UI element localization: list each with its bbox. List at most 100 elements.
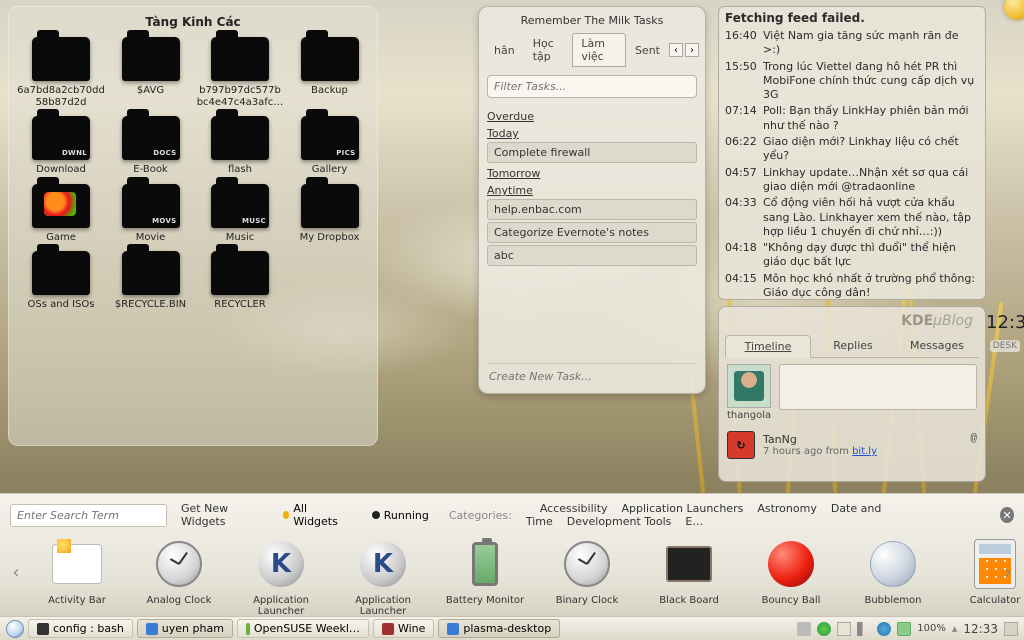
folder-item[interactable]: 6a7bd8a2cb70dd58b87d2d xyxy=(17,37,105,108)
widget-category[interactable]: Astronomy xyxy=(757,502,817,515)
widget-item[interactable]: Bouncy Ball xyxy=(748,536,834,617)
widget-category[interactable]: E… xyxy=(685,515,703,528)
rtm-new-task-input[interactable] xyxy=(487,364,697,385)
folder-item[interactable]: OSs and ISOs xyxy=(17,251,105,311)
task-label: plasma-desktop xyxy=(463,622,551,635)
folder-view-panel: Tàng Kinh Các 6a7bd8a2cb70dd58b87d2d$AVG… xyxy=(8,6,378,446)
desktop-pager[interactable] xyxy=(1004,622,1018,636)
network-icon[interactable] xyxy=(877,622,891,636)
widget-category[interactable]: Application Launchers xyxy=(622,502,744,515)
widget-item[interactable]: Bubblemon xyxy=(850,536,936,617)
rtm-filter-input[interactable] xyxy=(487,75,697,98)
widget-explorer-close[interactable]: ✕ xyxy=(1000,507,1014,523)
kickoff-launcher[interactable] xyxy=(6,620,24,638)
folder-item[interactable]: DWNLDownload xyxy=(17,116,105,176)
widget-item[interactable]: Black Board xyxy=(646,536,732,617)
folder-item[interactable]: DOCSE-Book xyxy=(111,116,190,176)
rtm-tab[interactable]: Làm việc xyxy=(572,33,626,67)
folder-item[interactable]: MOVSMovie xyxy=(111,184,190,244)
folder-item[interactable]: b797b97dc577bbc4e47c4a3afc… xyxy=(196,37,284,108)
rtm-prev[interactable]: ‹ xyxy=(669,43,683,57)
task-icon xyxy=(447,623,459,635)
tray-icon[interactable] xyxy=(797,622,811,636)
feed-item[interactable]: 04:33Cổ động viên hối hả vượt cửa khẩu s… xyxy=(725,196,979,239)
folder-item[interactable]: flash xyxy=(196,116,284,176)
microblog-tab[interactable]: Messages xyxy=(895,335,979,357)
widget-icon xyxy=(355,536,411,592)
get-new-widgets-link[interactable]: Get New Widgets xyxy=(181,502,263,528)
rtm-tab[interactable]: Học tập xyxy=(524,33,573,67)
feed-item[interactable]: 16:40Việt Nam gia tăng sức mạnh răn đe >… xyxy=(725,29,979,58)
microblog-tab[interactable]: Replies xyxy=(811,335,895,357)
microblog-tab[interactable]: Timeline xyxy=(725,335,811,358)
feed-item[interactable]: 04:18"Không dạy được thì đuổi" thể hiện … xyxy=(725,241,979,270)
folder-item[interactable]: PICSGallery xyxy=(290,116,369,176)
feed-item[interactable]: 15:50Trong lúc Viettel đang hô hét PR th… xyxy=(725,60,979,103)
rtm-tab[interactable]: hân xyxy=(485,40,524,61)
taskbar-task[interactable]: plasma-desktop xyxy=(438,619,560,638)
post-source-link[interactable]: bit.ly xyxy=(852,446,877,457)
tray-expand-icon[interactable]: ▴ xyxy=(952,622,958,635)
widget-item[interactable]: Application Launcher xyxy=(340,536,426,617)
filter-all-widgets[interactable]: All Widgets xyxy=(277,500,352,530)
folder-item[interactable]: My Dropbox xyxy=(290,184,369,244)
feed-text: "Không dạy được thì đuổi" thể hiện giáo … xyxy=(763,241,979,270)
widget-scroll-right[interactable]: › xyxy=(998,552,1018,592)
taskbar-clock[interactable]: 12:33 xyxy=(963,622,998,636)
folder-icon xyxy=(32,37,90,81)
updates-icon[interactable] xyxy=(817,622,831,636)
widget-item[interactable]: Activity Bar xyxy=(34,536,120,617)
rss-feed-title: Fetching feed failed. xyxy=(725,11,979,25)
folder-item[interactable]: MUSCMusic xyxy=(196,184,284,244)
post-meta: 7 hours ago from bit.ly xyxy=(763,446,977,457)
microblog-compose-input[interactable] xyxy=(779,364,977,410)
digital-clock-widget[interactable]: 12:33 DESK xyxy=(986,312,1020,352)
folder-item[interactable]: $AVG xyxy=(111,37,190,108)
folder-icon: PICS xyxy=(301,116,359,160)
folder-label: $RECYCLE.BIN xyxy=(115,299,186,311)
widget-item[interactable]: Binary Clock xyxy=(544,536,630,617)
widget-category[interactable]: Development Tools xyxy=(567,515,672,528)
filter-running[interactable]: Running xyxy=(366,507,435,524)
folder-label: flash xyxy=(228,164,252,176)
folder-item[interactable]: Backup xyxy=(290,37,369,108)
system-tray: 100% ▴ 12:33 xyxy=(797,622,1018,636)
folder-label: $AVG xyxy=(137,85,164,97)
microblog-post: ↻ TanNg @ 7 hours ago from bit.ly xyxy=(725,427,979,463)
folder-icon: DWNL xyxy=(32,116,90,160)
feed-item[interactable]: 04:57Linkhay update…Nhận xét sơ qua cái … xyxy=(725,166,979,195)
reply-icon[interactable]: @ xyxy=(970,433,977,446)
rtm-task[interactable]: Categorize Evernote's notes xyxy=(487,222,697,243)
widget-category[interactable]: Accessibility xyxy=(540,502,608,515)
folder-icon: MOVS xyxy=(122,184,180,228)
avatar xyxy=(727,364,771,408)
clock-label: DESK xyxy=(990,340,1020,352)
rtm-panel: Remember The Milk Tasks hânHọc tậpLàm vi… xyxy=(478,6,706,394)
feed-item[interactable]: 04:15Môn học khó nhất ở trường phổ thông… xyxy=(725,272,979,300)
widget-scroll-left[interactable]: ‹ xyxy=(6,552,26,592)
widget-item[interactable]: Analog Clock xyxy=(136,536,222,617)
feed-item[interactable]: 07:14Poll: Bạn thấy LinkHay phiên bản mớ… xyxy=(725,104,979,133)
rtm-next[interactable]: › xyxy=(685,43,699,57)
feed-item[interactable]: 06:22Giao diện mới? Linkhay liệu có chết… xyxy=(725,135,979,164)
taskbar-task[interactable]: OpenSUSE Weekl… xyxy=(237,619,369,638)
microblog-username: thangola xyxy=(727,410,771,421)
taskbar-task[interactable]: config : bash xyxy=(28,619,133,638)
folder-item[interactable]: $RECYCLE.BIN xyxy=(111,251,190,311)
widget-search-input[interactable] xyxy=(10,504,167,527)
folder-item[interactable]: Game xyxy=(17,184,105,244)
rtm-task[interactable]: help.enbac.com xyxy=(487,199,697,220)
rtm-tab[interactable]: Sent xyxy=(626,40,669,61)
battery-tray-icon[interactable] xyxy=(897,622,911,636)
rtm-task[interactable]: Complete firewall xyxy=(487,142,697,163)
rtm-task[interactable]: abc xyxy=(487,245,697,266)
widget-item[interactable]: Battery Monitor xyxy=(442,536,528,617)
volume-icon[interactable] xyxy=(857,622,871,636)
taskbar-task[interactable]: Wine xyxy=(373,619,434,638)
folder-item[interactable]: RECYCLER xyxy=(196,251,284,311)
clipboard-icon[interactable] xyxy=(837,622,851,636)
taskbar-task[interactable]: uyen pham xyxy=(137,619,233,638)
widget-item[interactable]: Application Launcher xyxy=(238,536,324,617)
widget-icon xyxy=(865,536,921,592)
feed-time: 07:14 xyxy=(725,104,759,133)
